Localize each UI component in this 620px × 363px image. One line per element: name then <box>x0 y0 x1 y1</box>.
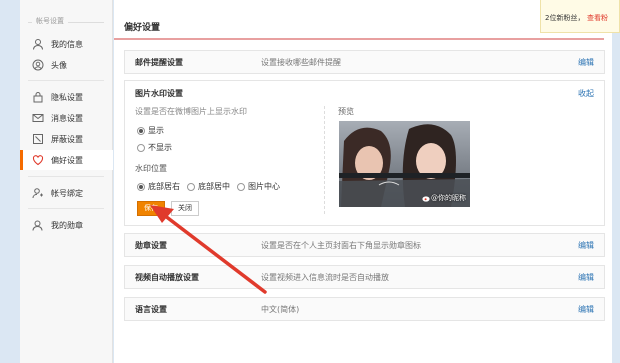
edit-link[interactable]: 编辑 <box>578 57 594 68</box>
sidebar-item-medal[interactable]: 我的勋章 <box>20 215 112 235</box>
sidebar-item-label: 我的信息 <box>51 39 83 49</box>
radio-button[interactable] <box>237 182 245 191</box>
row-description: 设置视频进入信息流时是否自动播放 <box>261 273 389 282</box>
row-title: 视频自动播放设置 <box>135 273 199 282</box>
sidebar-item-label: 隐私设置 <box>51 92 83 102</box>
radio-image-center[interactable]: 图片中心 <box>237 181 280 192</box>
sidebar-item-label: 偏好设置 <box>51 155 83 165</box>
radio-label: 不显示 <box>148 143 172 152</box>
radio-button[interactable] <box>187 182 195 191</box>
radio-show[interactable]: 显示 <box>137 125 164 136</box>
sidebar-item-privacy[interactable]: 隐私设置 <box>20 87 112 107</box>
avatar-icon <box>32 59 44 71</box>
radio-button[interactable] <box>137 182 145 191</box>
sidebar-item-my-info[interactable]: 我的信息 <box>20 34 112 54</box>
sidebar-divider <box>28 176 104 177</box>
watermark-setting-panel: 图片水印设置 收起 设置是否在微博图片上显示水印 显示 不显示 水印位置 底部居… <box>124 80 605 226</box>
edit-link[interactable]: 编辑 <box>578 240 594 251</box>
block-icon <box>32 133 44 145</box>
sidebar-item-label: 我的勋章 <box>51 220 83 230</box>
sidebar-item-label: 头像 <box>51 60 67 70</box>
notification-popup[interactable]: 2位新粉丝， 查看粉 <box>540 0 620 33</box>
sidebar-item-avatar[interactable]: 头像 <box>20 55 112 75</box>
row-description: 中文(简体) <box>261 305 300 314</box>
radio-label: 显示 <box>148 126 164 135</box>
preview-label: 预览 <box>338 107 354 116</box>
save-button[interactable]: 保存 <box>137 201 165 216</box>
language-setting-row: 语言设置 中文(简体) 编辑 <box>124 297 605 321</box>
video-autoplay-row: 视频自动播放设置 设置视频进入信息流时是否自动播放 编辑 <box>124 265 605 289</box>
weibo-logo-icon <box>422 196 430 202</box>
radio-button[interactable] <box>137 143 145 152</box>
notification-link[interactable]: 查看粉 <box>587 13 608 23</box>
sidebar-section-header: 帐号设置 <box>20 16 112 28</box>
radio-bottom-center[interactable]: 底部居中 <box>187 181 230 192</box>
sidebar-section-title: 帐号设置 <box>32 16 68 26</box>
medal-icon <box>32 219 44 231</box>
sidebar-divider <box>28 208 104 209</box>
sidebar-item-account-binding[interactable]: 帐号绑定 <box>20 183 112 203</box>
vertical-divider <box>324 106 325 214</box>
user-icon <box>32 38 44 50</box>
watermark-position-title: 水印位置 <box>135 164 167 173</box>
message-icon <box>32 112 44 124</box>
sidebar-item-message[interactable]: 消息设置 <box>20 108 112 128</box>
sidebar-item-preferences[interactable]: 偏好设置 <box>20 150 113 170</box>
sidebar-item-label: 屏蔽设置 <box>51 134 83 144</box>
row-description: 设置是否在个人主页封面右下角显示勋章图标 <box>261 241 421 250</box>
radio-label: 底部居中 <box>198 182 230 191</box>
row-description: 设置接收哪些邮件提醒 <box>261 58 341 67</box>
medal-setting-row: 勋章设置 设置是否在个人主页封面右下角显示勋章图标 编辑 <box>124 233 605 257</box>
watermark-text: @你的昵称 <box>431 194 466 202</box>
panel-title: 图片水印设置 <box>135 89 183 98</box>
close-button[interactable]: 关闭 <box>171 201 199 216</box>
sidebar-item-block[interactable]: 屏蔽设置 <box>20 129 112 149</box>
title-underline <box>114 38 604 40</box>
row-title: 勋章设置 <box>135 241 167 250</box>
watermark-hint: 设置是否在微博图片上显示水印 <box>135 107 247 116</box>
main-panel: 偏好设置 邮件提醒设置 设置接收哪些邮件提醒 编辑 图片水印设置 收起 设置是否… <box>114 0 612 363</box>
collapse-link[interactable]: 收起 <box>578 88 594 99</box>
radio-bottom-right[interactable]: 底部居右 <box>137 181 180 192</box>
sidebar-item-label: 消息设置 <box>51 113 83 123</box>
preview-image: @你的昵称 <box>339 121 470 207</box>
preview-watermark: @你的昵称 <box>422 193 466 203</box>
row-title: 语言设置 <box>135 305 167 314</box>
mail-setting-row: 邮件提醒设置 设置接收哪些邮件提醒 编辑 <box>124 50 605 74</box>
sidebar: 帐号设置 我的信息 头像 隐私设置 消息设置 屏蔽设置 偏好设置 帐号绑定 我的… <box>20 0 113 363</box>
row-title: 邮件提醒设置 <box>135 58 183 67</box>
user-link-icon <box>32 187 44 199</box>
heart-icon <box>32 154 44 166</box>
radio-label: 图片中心 <box>248 182 280 191</box>
radio-hide[interactable]: 不显示 <box>137 142 172 153</box>
page-title: 偏好设置 <box>124 23 161 33</box>
sidebar-item-label: 帐号绑定 <box>51 188 83 198</box>
radio-label: 底部居右 <box>148 182 180 191</box>
sidebar-divider <box>28 80 104 81</box>
edit-link[interactable]: 编辑 <box>578 304 594 315</box>
edit-link[interactable]: 编辑 <box>578 272 594 283</box>
lock-icon <box>32 91 44 103</box>
radio-button[interactable] <box>137 126 145 135</box>
notification-text: 2位新粉丝， <box>545 14 585 22</box>
